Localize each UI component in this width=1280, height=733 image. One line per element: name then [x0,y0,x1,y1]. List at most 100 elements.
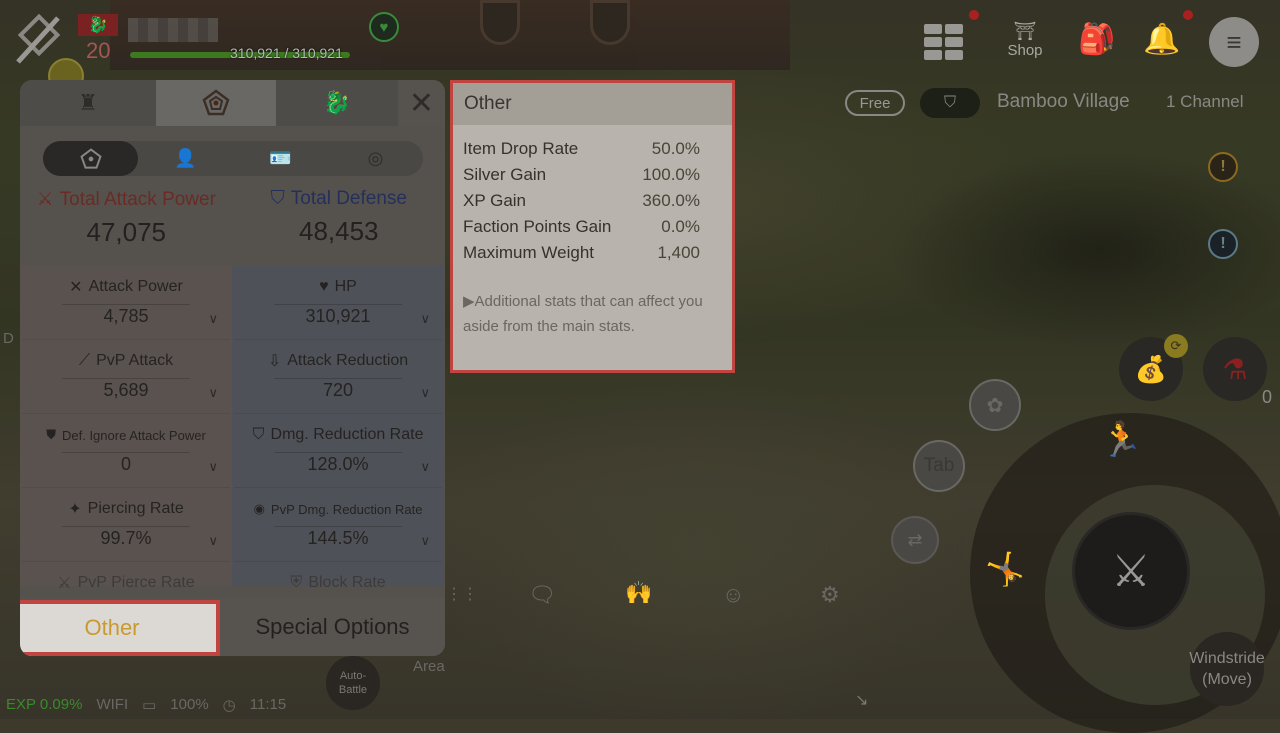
stat-def-ignore-attack-power[interactable]: ⛊ Def. Ignore Attack Power 0 ∨ [22,414,230,488]
crown-shield-icon: ⛉ [270,188,285,209]
shop-button[interactable]: ⛩ Shop [1000,16,1050,64]
building-window [480,0,520,45]
stat-pvp-attack[interactable]: ⟋ PvP Attack 5,689 ∨ [22,340,230,414]
shield-icon: ⛉ [252,426,265,443]
stat-value: 720 [322,380,354,400]
dodge-skill-icon[interactable]: 🤸 [985,550,1025,588]
pentagon-stats-icon [202,89,230,116]
pentagon-stats-icon [79,147,102,169]
potion-icon: ⚗ [1222,353,1248,385]
grid-menu-icon [924,24,963,60]
expand-arrow-icon[interactable]: ↘ [855,690,868,710]
chevron-down-icon[interactable]: ∨ [420,311,430,327]
stat-name: PvP Pierce Rate [77,574,195,591]
attack-button[interactable]: ⚔ [1072,512,1190,630]
dragon-icon: 🐉 [323,90,351,115]
divider [274,304,402,305]
bell-alert-icon: 🔔 [1143,22,1181,56]
panel-tabs: ♜ 🐉 ✕ [20,80,445,126]
heart-icon[interactable]: ♥ [369,12,399,42]
quest-alert-gold-icon[interactable]: ! [1208,152,1238,182]
zone-shield-button[interactable]: ⛉ [920,88,980,118]
row-label: Item Drop Rate [463,139,579,158]
swap-icon: ⇄ [907,529,923,550]
tab-other[interactable]: Other [20,600,220,656]
stat-piercing-rate[interactable]: ✦ Piercing Rate 99.7% ∨ [22,488,230,562]
settings-gear-icon[interactable]: ⚙ [820,582,840,608]
chat-icon[interactable]: 🗨 [528,582,556,608]
subtab-profile[interactable]: 🪪 [233,141,328,176]
chevron-down-icon[interactable]: ∨ [208,459,218,475]
potion-button[interactable]: ⚗ [1203,337,1267,401]
tab-dragon[interactable]: 🐉 [276,80,398,126]
character-name-blurred [128,18,218,42]
broken-shield-icon: ⛊ [46,427,56,442]
chevron-down-icon[interactable]: ∨ [420,459,430,475]
divider [274,526,402,527]
shop-label: Shop [1007,42,1043,59]
notification-dot [1183,10,1193,20]
defense-stats-column: ♥ HP 310,921 ∨ ⇩ Attack Reduction 720 ∨ ⛉ D… [232,266,444,636]
tooltip-note: ▶Additional stats that can affect you as… [463,293,703,335]
subtab-main-stats[interactable] [43,141,138,176]
stat-dmg-reduction-rate[interactable]: ⛉ Dmg. Reduction Rate 128.0% ∨ [234,414,442,488]
divider [274,452,402,453]
menu-grid-button[interactable] [922,22,966,62]
mount-button[interactable]: ⇄ [891,516,939,564]
clock-icon: ◷ [222,697,236,714]
down-arrow-icon: ⇩ [267,353,282,370]
chevron-down-icon[interactable]: ∨ [208,385,218,401]
chevron-down-icon[interactable]: ∨ [420,533,430,549]
dagger-icon: ⟋ [78,352,91,369]
free-badge[interactable]: Free [845,90,905,116]
stat-name: Piercing Rate [87,500,184,517]
status-bar: EXP 0.09% WIFI ▭ 100% ◷ 11:15 [6,696,286,714]
tab-target-button[interactable]: Tab [913,440,965,492]
total-attack-label: Total Attack Power [59,188,216,210]
emote-cheer-icon[interactable]: 🙌 [625,580,652,606]
row-value: 360.0% [642,191,700,210]
stat-value: 128.0% [307,454,369,474]
pierce-icon: ✦ [68,501,82,518]
channel-label[interactable]: 1 Channel [1166,92,1244,112]
stat-hp[interactable]: ♥ HP 310,921 ∨ [234,266,442,340]
stat-value: 0 [120,454,131,474]
skill-button[interactable]: ✿ [969,379,1021,431]
chevron-down-icon[interactable]: ∨ [208,533,218,549]
quest-alert-blue-icon[interactable]: ! [1208,229,1238,259]
other-stats-tooltip: Other Item Drop Rate 50.0% Silver Gain 100… [450,80,735,373]
sprint-skill-icon[interactable]: 🏃 [1100,420,1142,460]
grid-dots-icon[interactable]: ⋮⋮ [446,584,478,604]
tab-equipment[interactable]: ♜ [20,80,156,126]
close-button[interactable]: ✕ [398,80,445,126]
row-value: 0.0% [661,217,700,236]
chevron-down-icon[interactable]: ∨ [420,385,430,401]
chevron-down-icon[interactable]: ∨ [208,311,218,327]
subtab-currency[interactable]: ◎ [328,141,423,176]
emoji-icon[interactable]: ☺ [722,582,744,608]
total-defense-label: Total Defense [290,188,407,209]
heart-icon: ♥ [319,278,329,295]
stat-pvp-dmg-reduction-rate[interactable]: ◉ PvP Dmg. Reduction Rate 144.5% ∨ [234,488,442,562]
subtab-character[interactable]: 👤 [138,141,233,176]
tab-stats[interactable] [156,80,276,126]
tab-special-options[interactable]: Special Options [220,598,445,656]
stat-name: Dmg. Reduction Rate [270,426,424,443]
inventory-button[interactable]: 🎒 [1072,16,1122,62]
pouch-icon: 💰 [1134,353,1168,384]
stat-name: PvP Dmg. Reduction Rate [270,501,423,517]
row-label: Faction Points Gain [463,217,612,236]
stat-attack-power[interactable]: ✕ Attack Power 4,785 ∨ [22,266,230,340]
stat-value: 99.7% [100,528,152,548]
notifications-button[interactable]: 🔔 [1140,16,1184,62]
main-menu-button[interactable]: ≡ [1209,17,1259,67]
stat-name: PvP Attack [96,352,174,369]
tooltip-row: Maximum Weight 1,400 [463,243,722,269]
close-icon: ✕ [408,86,435,120]
location-name[interactable]: Bamboo Village [997,91,1130,113]
stat-attack-reduction[interactable]: ⇩ Attack Reduction 720 ∨ [234,340,442,414]
auto-battle-button[interactable]: Auto-Battle [326,656,380,710]
divider [274,378,402,379]
area-label[interactable]: Area [413,658,445,675]
total-stats: ⚔ Total Attack Power 47,075 ⛉ Total Defens… [20,188,445,248]
